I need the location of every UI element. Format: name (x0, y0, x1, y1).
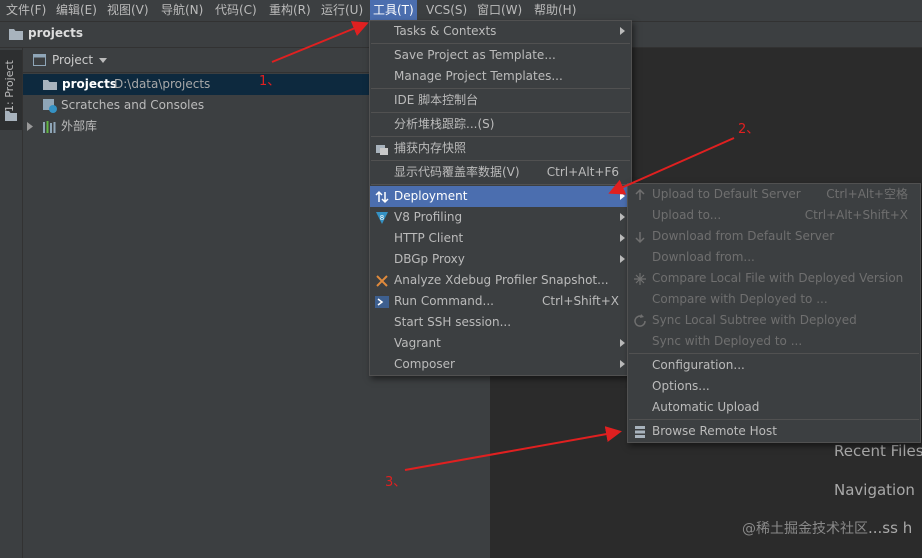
annotation-arrow-1 (271, 21, 369, 63)
annotation-arrow-3 (404, 426, 622, 471)
watermark: @稀土掘金技术社区 (742, 521, 868, 537)
annotation-arrow-2 (608, 137, 735, 195)
annotation-step-1: 1、 (259, 74, 281, 89)
annotation-step-3: 3、 (385, 475, 407, 490)
annotation-step-2: 2、 (738, 122, 760, 137)
annotation-overlay (271, 21, 735, 471)
